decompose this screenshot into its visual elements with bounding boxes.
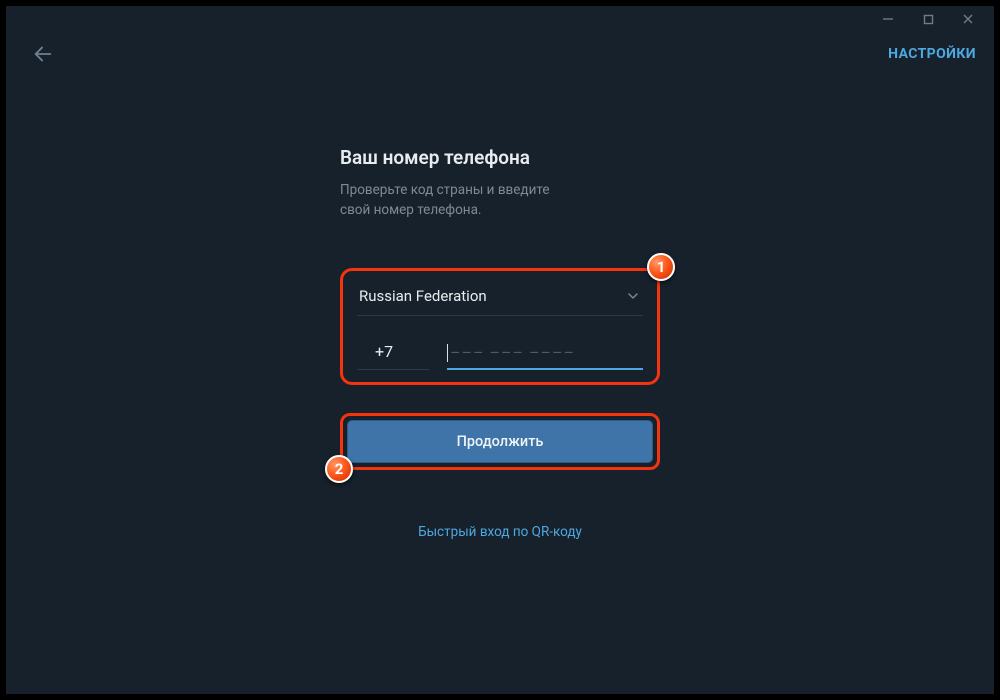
settings-link[interactable]: НАСТРОЙКИ (888, 46, 976, 62)
phone-input-group: 1 Russian Federation +7 ––– ––– –––– (340, 268, 660, 385)
country-select[interactable]: Russian Federation (357, 281, 643, 316)
arrow-left-icon (32, 43, 54, 65)
continue-button-highlight: 2 Продолжить (340, 413, 660, 470)
app-window: НАСТРОЙКИ Ваш номер телефона Проверьте к… (6, 6, 994, 694)
maximize-icon (923, 14, 934, 25)
text-caret (447, 344, 448, 362)
close-icon (962, 13, 974, 25)
screenshot-frame: НАСТРОЙКИ Ваш номер телефона Проверьте к… (0, 0, 1000, 700)
main-content: Ваш номер телефона Проверьте код страны … (6, 76, 994, 694)
chevron-down-icon (625, 288, 641, 304)
close-button[interactable] (948, 8, 988, 30)
annotation-badge-2: 2 (325, 455, 353, 483)
page-title: Ваш номер телефона (340, 146, 660, 169)
dial-code: +7 (357, 342, 429, 370)
back-button[interactable] (28, 39, 58, 69)
header-bar: НАСТРОЙКИ (6, 32, 994, 76)
phone-row: +7 ––– ––– –––– (357, 316, 643, 370)
window-titlebar (6, 6, 994, 32)
annotation-badge-1: 1 (647, 253, 675, 281)
continue-button[interactable]: Продолжить (347, 420, 653, 463)
page-subtitle: Проверьте код страны и введите свой номе… (340, 181, 660, 220)
subtitle-line2: свой номер телефона. (340, 202, 481, 218)
maximize-button[interactable] (908, 8, 948, 30)
login-form: Ваш номер телефона Проверьте код страны … (340, 146, 660, 540)
qr-login-link[interactable]: Быстрый вход по QR-коду (340, 524, 660, 540)
minimize-button[interactable] (868, 8, 908, 30)
phone-input[interactable]: ––– ––– –––– (447, 343, 643, 370)
minimize-icon (882, 13, 894, 25)
subtitle-line1: Проверьте код страны и введите (340, 182, 550, 198)
country-name: Russian Federation (359, 287, 487, 305)
phone-placeholder: ––– ––– –––– (450, 343, 575, 362)
